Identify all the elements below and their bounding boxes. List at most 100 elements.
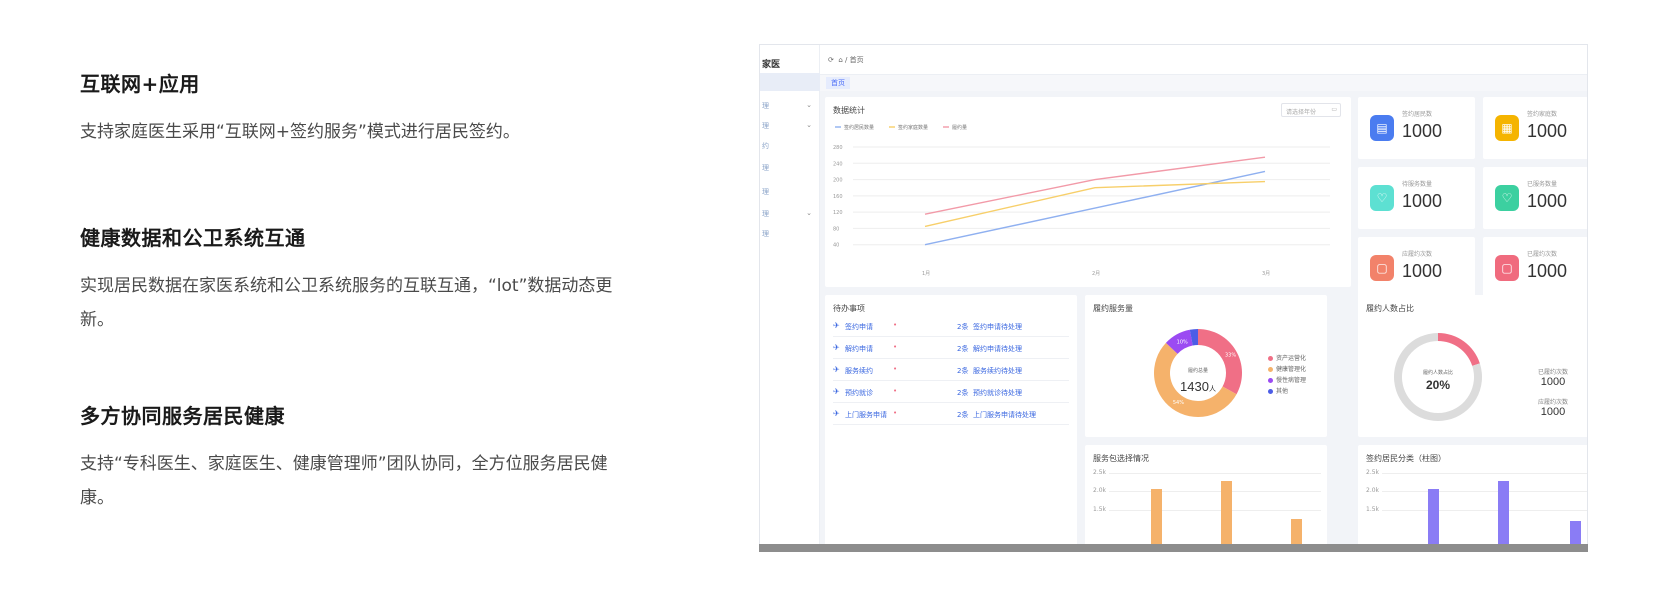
sidebar-item[interactable]: 约 <box>762 141 818 151</box>
todo-desc: 服务续约待处理 <box>973 367 1022 375</box>
slice-label: 33% <box>1225 353 1236 359</box>
legend-dot <box>1268 378 1273 383</box>
bar-tick: 1.5k <box>1093 506 1107 513</box>
feature-collab: 多方协同服务居民健康 支持“专科医生、家庭医生、健康管理师”团队协同，全方位服务… <box>80 400 620 515</box>
sidebar-item[interactable]: 理 ⌄ <box>762 209 818 219</box>
ratio-center-value: 20% <box>1425 378 1451 392</box>
legend-dot <box>1268 356 1273 361</box>
legend-label: 其他 <box>1276 388 1289 395</box>
sidebar-item[interactable]: 理 ⌄ <box>762 121 818 131</box>
bar <box>1221 481 1232 551</box>
pin-icon: ✈ <box>833 343 840 352</box>
file-icon: ▢ <box>1370 255 1394 281</box>
todo-desc: 预约就诊待处理 <box>973 389 1022 397</box>
sidebar-item-label: 理 <box>762 210 769 218</box>
stat-value: 1000 <box>1402 261 1443 281</box>
chevron-down-icon: ⌄ <box>806 121 812 129</box>
todo-count: 2条 <box>957 389 969 397</box>
dot-icon: • <box>893 321 898 329</box>
legend-dot <box>1268 367 1273 372</box>
grid-line <box>1382 473 1587 474</box>
refresh-icon[interactable]: ⟳ <box>828 56 834 64</box>
series-line <box>924 156 1266 215</box>
sidebar-item[interactable]: 理 <box>762 229 818 239</box>
chevron-down-icon: ⌄ <box>806 101 812 109</box>
donut-center-value: 1430人 <box>1167 376 1229 395</box>
donut-center-label: 履约总量 <box>1187 368 1208 374</box>
legend-item: 资产运营化 <box>1268 353 1306 362</box>
bar <box>1428 489 1439 551</box>
grid-line <box>1109 510 1321 511</box>
feature-desc: 实现居民数据在家医系统和公卫系统服务的互联互通，“lot”数据动态更新。 <box>80 276 613 330</box>
todo-name: 服务续约 <box>845 367 873 375</box>
sidebar-item-label: 约 <box>762 142 769 150</box>
legend-label: 签约家庭数量 <box>898 124 928 131</box>
grid-line <box>1382 491 1587 492</box>
legend-label: 资产运营化 <box>1276 355 1307 362</box>
stat-card[interactable]: ▢ 应履约次数 1000 <box>1358 237 1475 299</box>
line-chart-card: 数据统计 请选择年份 ▭ 40 80 120 160 200 240 280 1月 2月 3月 签约… <box>825 97 1351 287</box>
stat-label: 应履约次数 <box>1402 251 1433 258</box>
grid-line <box>1109 473 1321 474</box>
y-tick-label: 40 <box>833 243 839 249</box>
stat-value: 1000 <box>1527 191 1568 211</box>
top-bar: ⟳ ⌂ / 首页 <box>820 45 1587 75</box>
bar-title: 服务包选择情况 <box>1093 454 1149 463</box>
bar <box>1151 489 1162 551</box>
legend-label: 慢性病管理 <box>1276 377 1307 384</box>
file-icon: ▢ <box>1495 255 1519 281</box>
bar-card-packages: 服务包选择情况 2.5k 2.0k 1.5k <box>1085 445 1327 551</box>
slice-label: 54% <box>1173 400 1184 406</box>
bar-tick: 2.5k <box>1366 469 1380 476</box>
todo-row[interactable]: ✈ 服务续约 • 2条 服务续约待处理 <box>833 361 1069 381</box>
feature-internet: 互联网+应用 支持家庭医生采用“互联网+签约服务”模式进行居民签约。 <box>80 68 620 149</box>
stat-card[interactable]: ▢ 已履约次数 1000 <box>1483 237 1587 299</box>
y-tick-label: 120 <box>833 210 843 216</box>
todo-name: 上门服务申请 <box>845 411 887 419</box>
stat-value: 1000 <box>1527 261 1568 281</box>
dot-icon: • <box>893 365 898 373</box>
stat-card[interactable]: ▤ 签约居民数 1000 <box>1358 97 1475 159</box>
sidebar-item[interactable]: 理 ⌄ <box>762 101 818 111</box>
todo-desc: 上门服务申请待处理 <box>973 411 1036 419</box>
donut-card: 履约服务量 33% 54% 10% 履约总量 1430人 资产运营化 健康管理化 慢性病… <box>1085 295 1327 437</box>
bar <box>1498 481 1509 551</box>
todo-title: 待办事项 <box>833 304 865 313</box>
stat-card[interactable]: ♡ 已服务数量 1000 <box>1483 167 1587 229</box>
todo-row[interactable]: ✈ 预约就诊 • 2条 预约就诊待处理 <box>833 383 1069 403</box>
tab-bar: 首页 <box>820 75 1587 91</box>
heart-icon: ♡ <box>1370 185 1394 211</box>
todo-count: 2条 <box>957 367 969 375</box>
screenshot-shadow <box>759 544 1588 552</box>
heart-icon: ♡ <box>1495 185 1519 211</box>
pin-icon: ✈ <box>833 387 840 396</box>
line-chart: 40 80 120 160 200 240 280 1月 2月 3月 签约居民数量 签约家庭数量 履约量 <box>833 124 1330 277</box>
legend-label: 履约量 <box>952 124 967 131</box>
sidebar-item[interactable]: 理 <box>762 163 818 173</box>
stat-card[interactable]: ▦ 签约家庭数 1000 <box>1483 97 1587 159</box>
ratio-due: 应履约次数 1000 <box>1538 397 1568 418</box>
breadcrumb-current: 首页 <box>849 56 864 64</box>
stat-label: 待服务数量 <box>1402 181 1433 188</box>
bar-tick: 2.0k <box>1366 487 1380 494</box>
y-tick-label: 240 <box>833 161 843 167</box>
pin-icon: ✈ <box>833 321 840 330</box>
stat-label: 签约家庭数 <box>1527 111 1558 118</box>
stat-card[interactable]: ♡ 待服务数量 1000 <box>1358 167 1475 229</box>
donut-center-unit: 人 <box>1208 385 1216 393</box>
todo-name: 预约就诊 <box>845 389 873 397</box>
todo-row[interactable]: ✈ 上门服务申请 • 2条 上门服务申请待处理 <box>833 405 1069 425</box>
y-tick-label: 80 <box>833 226 839 232</box>
y-tick-label: 280 <box>833 145 843 151</box>
todo-row[interactable]: ✈ 解约申请 • 2条 解约申请待处理 <box>833 339 1069 359</box>
feature-desc: 支持家庭医生采用“互联网+签约服务”模式进行居民签约。 <box>80 122 520 142</box>
sidebar-active-bg <box>760 73 820 91</box>
home-icon[interactable]: ⌂ <box>838 56 842 64</box>
dashboard-screenshot: 家医 理 ⌄ 理 ⌄ 约理理理 ⌄ 理 ⟳ ⌂ / 首页 首页 数据统计 请选择年份 ▭ 4… <box>759 44 1588 552</box>
sidebar-item[interactable]: 理 <box>762 187 818 197</box>
stat-value: 1000 <box>1402 191 1443 211</box>
todo-count: 2条 <box>957 323 969 331</box>
todo-row[interactable]: ✈ 签约申请 • 2条 签约申请待处理 <box>833 317 1069 337</box>
bar-tick: 2.5k <box>1093 469 1107 476</box>
tab-home[interactable]: 首页 <box>826 77 850 89</box>
